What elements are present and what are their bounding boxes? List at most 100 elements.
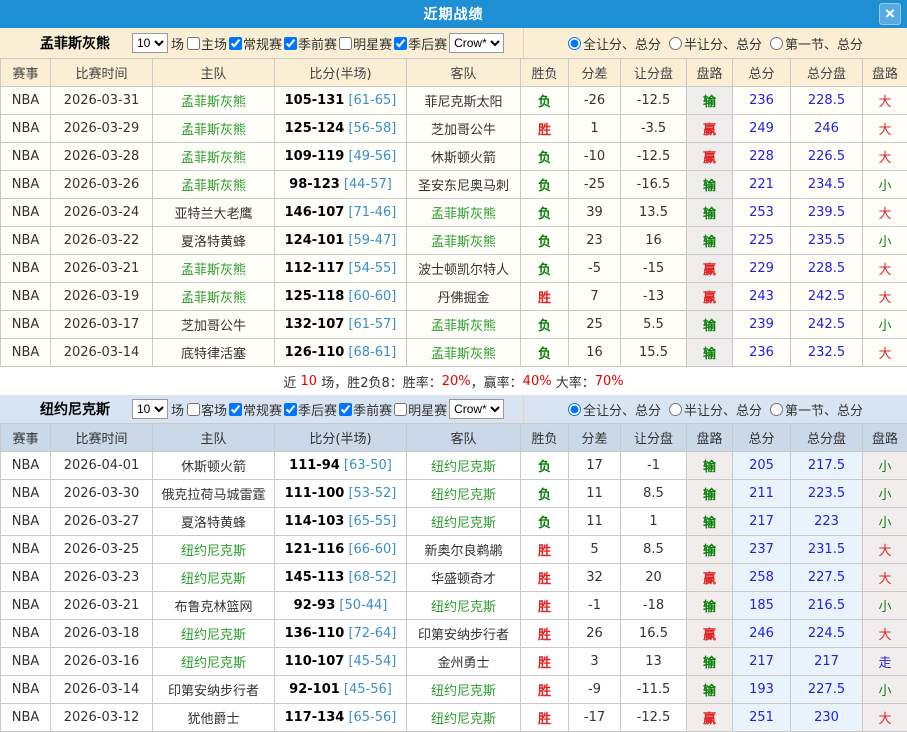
column-header: 主队 [153, 59, 275, 87]
over-under-cell: 小 [863, 508, 907, 536]
handicap-result-cell: 输 [687, 592, 733, 620]
result-cell: 负 [521, 199, 569, 227]
filter-option[interactable]: 常规赛 [227, 400, 282, 419]
handicap-result-cell: 输 [687, 508, 733, 536]
result-cell: 负 [521, 339, 569, 367]
filter-option[interactable]: 明星赛 [337, 34, 392, 53]
final-score: 98-123 [289, 177, 340, 192]
point-diff-cell: 3 [569, 648, 621, 676]
point-diff-cell: -1 [569, 592, 621, 620]
scope-radio[interactable] [770, 403, 783, 416]
halftime-score: [61-57] [348, 317, 396, 332]
summary-segment: 10 [301, 374, 318, 389]
total-line-cell: 230 [791, 704, 863, 732]
total-points-cell: 217 [733, 648, 791, 676]
home-team-cell: 印第安纳步行者 [153, 676, 275, 704]
total-points-cell: 251 [733, 704, 791, 732]
over-under-cell: 大 [863, 536, 907, 564]
filter-option[interactable]: 常规赛 [227, 34, 282, 53]
scope-option[interactable]: 全让分、总分 [568, 34, 661, 53]
total-points-cell: 236 [733, 339, 791, 367]
filter-checkbox[interactable] [229, 37, 242, 50]
scope-radio[interactable] [568, 37, 581, 50]
filter-checkbox[interactable] [284, 37, 297, 50]
home-team-cell: 布鲁克林篮网 [153, 592, 275, 620]
filter-label: 季前赛 [353, 400, 392, 419]
column-header: 分差 [569, 424, 621, 452]
filter-checkbox[interactable] [394, 37, 407, 50]
home-team-cell: 底特律活塞 [153, 339, 275, 367]
column-header: 总分盘 [791, 59, 863, 87]
handicap-result-cell: 赢 [687, 283, 733, 311]
column-header: 赛事 [1, 59, 51, 87]
away-team-cell: 纽约尼克斯 [407, 676, 521, 704]
bookmaker-select[interactable]: Crow* [449, 399, 504, 419]
filter-checkbox[interactable] [229, 403, 242, 416]
scope-radio-group: 全让分、总分半让分、总分第一节、总分 [523, 28, 907, 58]
total-line-cell: 246 [791, 115, 863, 143]
scope-option[interactable]: 第一节、总分 [770, 400, 863, 419]
filter-option[interactable]: 季后赛 [392, 34, 447, 53]
scope-radio[interactable] [669, 37, 682, 50]
games-count-select[interactable]: 10 [132, 399, 168, 419]
scope-radio[interactable] [770, 37, 783, 50]
summary-segment: 70% [595, 374, 624, 389]
scope-radio[interactable] [669, 403, 682, 416]
final-score: 92-101 [289, 682, 340, 697]
halftime-score: [54-55] [348, 261, 396, 276]
total-points-cell: 236 [733, 87, 791, 115]
game-row: NBA2026-03-21布鲁克林篮网92-93 [50-44]纽约尼克斯胜-1… [1, 592, 907, 620]
total-points-cell: 249 [733, 115, 791, 143]
result-cell: 负 [521, 508, 569, 536]
halftime-score: [59-47] [348, 233, 396, 248]
total-line-cell: 216.5 [791, 592, 863, 620]
final-score: 124-101 [285, 233, 345, 248]
date-cell: 2026-03-26 [51, 171, 153, 199]
scope-label: 全让分、总分 [583, 34, 661, 53]
bookmaker-select[interactable]: Crow* [449, 33, 504, 53]
filter-option[interactable]: 客场 [185, 400, 227, 419]
point-diff-cell: 26 [569, 620, 621, 648]
filter-option[interactable]: 季前赛 [282, 34, 337, 53]
final-score: 112-117 [285, 261, 345, 276]
final-score: 132-107 [285, 317, 345, 332]
close-icon[interactable]: × [879, 3, 901, 25]
filter-option[interactable]: 明星赛 [392, 400, 447, 419]
filter-bar: 纽约尼克斯10场客场常规赛季后赛季前赛明星赛Crow*全让分、总分半让分、总分第… [0, 395, 907, 423]
scope-option[interactable]: 半让分、总分 [669, 400, 762, 419]
games-count-select[interactable]: 10 [132, 33, 168, 53]
total-line-cell: 231.5 [791, 536, 863, 564]
scope-option[interactable]: 全让分、总分 [568, 400, 661, 419]
filter-checkbox[interactable] [284, 403, 297, 416]
score-cell: 105-131 [61-65] [275, 87, 407, 115]
final-score: 125-124 [285, 121, 345, 136]
filter-checkbox[interactable] [187, 37, 200, 50]
away-team-cell: 孟菲斯灰熊 [407, 227, 521, 255]
total-line-cell: 232.5 [791, 339, 863, 367]
filter-option[interactable]: 主场 [185, 34, 227, 53]
game-row: NBA2026-03-28孟菲斯灰熊109-119 [49-56]休斯顿火箭负-… [1, 143, 907, 171]
scope-option[interactable]: 半让分、总分 [669, 34, 762, 53]
column-header: 胜负 [521, 59, 569, 87]
date-cell: 2026-03-21 [51, 255, 153, 283]
home-team-cell: 休斯顿火箭 [153, 452, 275, 480]
filter-label: 季前赛 [298, 34, 337, 53]
away-team-cell: 圣安东尼奥马刺 [407, 171, 521, 199]
dialog-titlebar: 近期战绩 × [0, 0, 907, 28]
scope-option[interactable]: 第一节、总分 [770, 34, 863, 53]
filter-checkbox[interactable] [394, 403, 407, 416]
scope-radio[interactable] [568, 403, 581, 416]
filter-label: 常规赛 [243, 400, 282, 419]
halftime-score: [50-44] [339, 598, 387, 613]
filter-checkbox[interactable] [187, 403, 200, 416]
over-under-cell: 小 [863, 452, 907, 480]
date-cell: 2026-03-14 [51, 339, 153, 367]
league-cell: NBA [1, 620, 51, 648]
filter-label: 客场 [201, 400, 227, 419]
filter-option[interactable]: 季前赛 [337, 400, 392, 419]
filter-option[interactable]: 季后赛 [282, 400, 337, 419]
halftime-score: [66-60] [348, 542, 396, 557]
filter-checkbox[interactable] [339, 37, 352, 50]
filter-checkbox[interactable] [339, 403, 352, 416]
game-row: NBA2026-03-29孟菲斯灰熊125-124 [56-58]芝加哥公牛胜1… [1, 115, 907, 143]
